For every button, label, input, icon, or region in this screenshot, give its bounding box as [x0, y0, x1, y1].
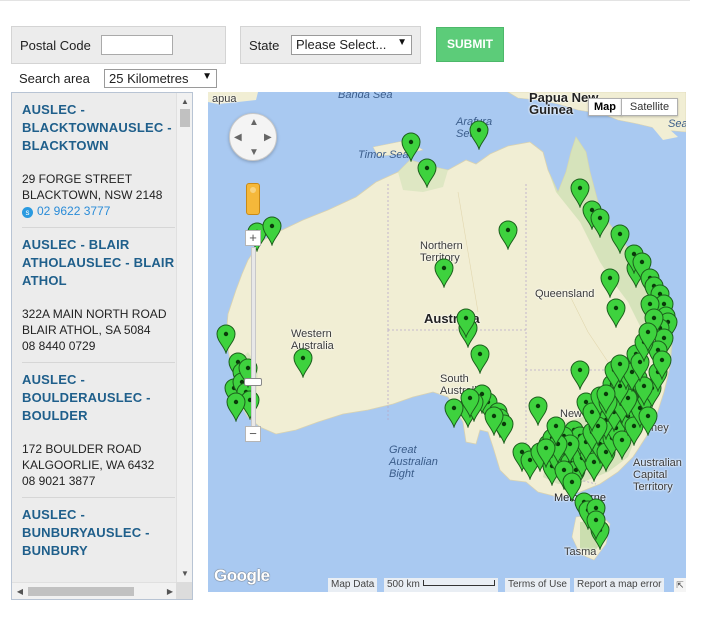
scroll-up-icon[interactable]: ▲: [177, 95, 192, 109]
store-list: AUSLEC - BLACKTOWNAUSLEC - BLACKTOWN 29 …: [12, 93, 178, 583]
map-label-great-australian-bight: Great Australian Bight: [389, 444, 438, 480]
pan-up-icon[interactable]: ▲: [249, 117, 259, 128]
map-view[interactable]: Papua New Guinea apua Banda Sea Arafura …: [208, 92, 686, 592]
store-address-line1: 29 FORGE STREET: [22, 172, 133, 186]
map-type-satellite-button[interactable]: Satellite: [621, 98, 678, 116]
pan-control[interactable]: ▲ ▼ ◀ ▶: [229, 113, 277, 161]
store-phone: 08 8440 0729: [22, 339, 96, 353]
store-marker-pin[interactable]: [606, 298, 626, 329]
state-label: State: [249, 38, 280, 53]
fullscreen-icon[interactable]: ⇱: [674, 578, 686, 592]
store-phone-link[interactable]: s 02 9622 3777: [22, 203, 175, 219]
store-marker-pin[interactable]: [293, 348, 313, 379]
store-marker-pin[interactable]: [498, 220, 518, 251]
chevron-down-icon: ▼: [202, 71, 212, 82]
list-item[interactable]: AUSLEC - BLACKTOWNAUSLEC - BLACKTOWN 29 …: [22, 93, 175, 228]
list-item[interactable]: AUSLEC - BUNBURYAUSLEC - BUNBURY: [22, 498, 175, 568]
store-marker-pin[interactable]: [417, 158, 437, 189]
terms-of-use-link[interactable]: Terms of Use: [505, 578, 570, 592]
search-area-label: Search area: [19, 71, 90, 86]
store-marker-pin[interactable]: [226, 392, 246, 423]
zoom-control[interactable]: + −: [244, 230, 264, 445]
store-name-link[interactable]: AUSLEC - BLACKTOWNAUSLEC - BLACKTOWN: [22, 101, 175, 155]
top-divider: [0, 0, 690, 1]
store-marker-pin[interactable]: [586, 510, 606, 541]
state-select[interactable]: Please Select... ▼: [291, 35, 412, 55]
pan-left-icon[interactable]: ◀: [234, 132, 242, 143]
store-phone: 02 9622 3777: [37, 204, 111, 218]
store-marker-pin[interactable]: [444, 398, 464, 429]
list-item[interactable]: AUSLEC - BLAIR ATHOLAUSLEC - BLAIR ATHOL…: [22, 228, 175, 363]
store-list-panel[interactable]: AUSLEC - BLACKTOWNAUSLEC - BLACKTOWN 29 …: [11, 92, 193, 600]
store-marker-pin[interactable]: [456, 308, 476, 339]
scroll-thumb[interactable]: [180, 109, 190, 127]
pan-down-icon[interactable]: ▼: [249, 147, 259, 158]
store-marker-pin[interactable]: [638, 406, 658, 437]
map-terrain: [208, 92, 686, 561]
store-marker-pin[interactable]: [484, 406, 504, 437]
zoom-slider-track[interactable]: [251, 247, 256, 427]
store-address-line1: 172 BOULDER ROAD: [22, 442, 142, 456]
store-marker-pin[interactable]: [600, 268, 620, 299]
map-label-act: Australian Capital Territory: [633, 457, 682, 493]
scale-bar: [422, 580, 495, 586]
store-address-line1: 322A MAIN NORTH ROAD: [22, 307, 167, 321]
store-name-link[interactable]: AUSLEC - BLAIR ATHOLAUSLEC - BLAIR ATHOL: [22, 236, 175, 290]
google-logo: Google: [214, 566, 270, 585]
scroll-thumb[interactable]: [28, 587, 134, 596]
street-view-pegman-icon[interactable]: [246, 183, 260, 215]
zoom-slider-handle[interactable]: [244, 378, 262, 386]
state-select-value: Please Select...: [296, 37, 387, 52]
scroll-down-icon[interactable]: ▼: [177, 567, 192, 581]
search-area-select[interactable]: 25 Kilometres ▼: [104, 69, 217, 88]
skype-icon: s: [22, 207, 33, 218]
vertical-scrollbar[interactable]: ▲ ▼: [176, 93, 192, 583]
store-marker-pin[interactable]: [262, 216, 282, 247]
store-marker-pin[interactable]: [562, 472, 582, 503]
zoom-in-button[interactable]: +: [245, 230, 261, 246]
map-data-link[interactable]: Map Data: [328, 578, 378, 592]
store-marker-pin[interactable]: [570, 360, 590, 391]
scroll-right-icon[interactable]: ▶: [163, 583, 177, 599]
postal-code-panel: Postal Code: [11, 26, 226, 64]
map-scale-label: 500 km: [387, 579, 420, 590]
chevron-down-icon: ▼: [397, 37, 407, 48]
list-item[interactable]: AUSLEC - BOULDERAUSLEC - BOULDER 172 BOU…: [22, 363, 175, 498]
store-marker-pin[interactable]: [528, 396, 548, 427]
scroll-corner: [176, 582, 192, 599]
map-label-papua: apua: [212, 93, 237, 105]
map-type-map-button[interactable]: Map: [588, 98, 622, 116]
map-label-queensland: Queensland: [535, 288, 595, 300]
store-name-link[interactable]: AUSLEC - BOULDERAUSLEC - BOULDER: [22, 371, 175, 425]
state-panel: State Please Select... ▼: [240, 26, 421, 64]
scroll-left-icon[interactable]: ◀: [13, 583, 27, 599]
store-phone: 08 9021 3877: [22, 474, 96, 488]
pan-right-icon[interactable]: ▶: [264, 132, 272, 143]
horizontal-scrollbar[interactable]: ◀ ▶: [12, 582, 178, 599]
store-marker-pin[interactable]: [638, 322, 658, 353]
store-address-line2: KALGOORLIE, WA 6432: [22, 458, 155, 472]
report-map-error-link[interactable]: Report a map error: [574, 578, 665, 592]
zoom-out-button[interactable]: −: [245, 426, 261, 442]
store-marker-pin[interactable]: [434, 258, 454, 289]
postal-code-input[interactable]: [101, 35, 173, 55]
store-marker-pin[interactable]: [470, 344, 490, 375]
search-area-value: 25 Kilometres: [109, 71, 189, 86]
store-name-link[interactable]: AUSLEC - BUNBURYAUSLEC - BUNBURY: [22, 506, 175, 560]
store-marker-pin[interactable]: [216, 324, 236, 355]
map-label-banda-sea: Banda Sea: [338, 92, 393, 101]
map-label-coral-sea: Sea: [668, 118, 686, 130]
submit-button[interactable]: SUBMIT: [436, 27, 504, 62]
store-address-line2: BLAIR ATHOL, SA 5084: [22, 323, 151, 337]
map-scale: 500 km: [384, 578, 498, 592]
store-marker-pin[interactable]: [590, 208, 610, 239]
store-marker-pin[interactable]: [652, 350, 672, 381]
store-marker-pin[interactable]: [546, 416, 566, 447]
postal-code-label: Postal Code: [20, 38, 91, 53]
store-marker-pin[interactable]: [469, 120, 489, 151]
store-address-line2: BLACKTOWN, NSW 2148: [22, 188, 163, 202]
